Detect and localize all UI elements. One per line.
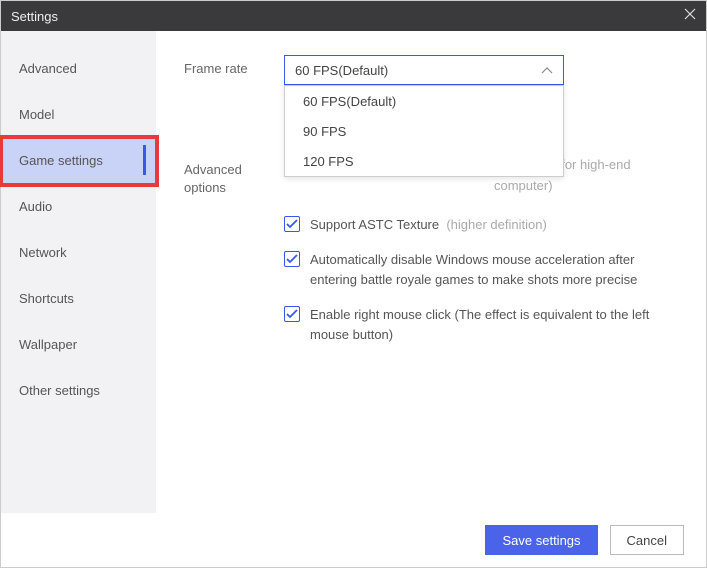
sidebar-item-audio[interactable]: Audio [1, 183, 156, 229]
sidebar-item-label: Network [19, 245, 67, 260]
astc-row: Support ASTC Texture (higher definition) [284, 215, 678, 235]
sidebar-item-label: Advanced [19, 61, 77, 76]
mouse-accel-label: Automatically disable Windows mouse acce… [310, 250, 678, 289]
cancel-button[interactable]: Cancel [610, 525, 684, 555]
sidebar-item-wallpaper[interactable]: Wallpaper [1, 321, 156, 367]
close-icon[interactable] [684, 7, 696, 25]
mouse-accel-checkbox[interactable] [284, 251, 300, 267]
sidebar-item-label: Wallpaper [19, 337, 77, 352]
right-click-row: Enable right mouse click (The effect is … [284, 305, 678, 344]
sidebar-item-label: Game settings [19, 153, 103, 168]
sidebar-item-label: Other settings [19, 383, 100, 398]
frame-rate-option-60[interactable]: 60 FPS(Default) [285, 86, 563, 116]
right-click-label: Enable right mouse click (The effect is … [310, 305, 678, 344]
save-button[interactable]: Save settings [485, 525, 597, 555]
frame-rate-option-120[interactable]: 120 FPS [285, 146, 563, 176]
sidebar-item-game-settings[interactable]: Game settings [1, 137, 156, 183]
frame-rate-dropdown: 60 FPS(Default) 90 FPS 120 FPS [284, 85, 564, 177]
frame-rate-option-90[interactable]: 90 FPS [285, 116, 563, 146]
sidebar-item-network[interactable]: Network [1, 229, 156, 275]
content-panel: Frame rate 60 FPS(Default) 60 FPS(Defaul… [156, 31, 706, 513]
sidebar-item-model[interactable]: Model [1, 91, 156, 137]
chevron-up-icon [541, 63, 553, 78]
frame-rate-label: Frame rate [184, 55, 284, 76]
astc-label: Support ASTC Texture (higher definition) [310, 215, 678, 235]
frame-rate-select[interactable]: 60 FPS(Default) 60 FPS(Default) 90 FPS 1… [284, 55, 564, 85]
frame-rate-select-display[interactable]: 60 FPS(Default) [284, 55, 564, 85]
frame-rate-row: Frame rate 60 FPS(Default) 60 FPS(Defaul… [184, 55, 678, 85]
sidebar-item-label: Model [19, 107, 54, 122]
titlebar: Settings [1, 1, 706, 31]
sidebar-item-label: Shortcuts [19, 291, 74, 306]
sidebar-item-shortcuts[interactable]: Shortcuts [1, 275, 156, 321]
astc-checkbox[interactable] [284, 216, 300, 232]
window-body: Advanced Model Game settings Audio Netwo… [1, 31, 706, 513]
settings-window: Settings Advanced Model Game settings Au… [0, 0, 707, 568]
sidebar: Advanced Model Game settings Audio Netwo… [1, 31, 156, 513]
sidebar-item-other-settings[interactable]: Other settings [1, 367, 156, 413]
advanced-options-row: Advanced options g (suitable for high-en… [184, 155, 678, 360]
sidebar-item-advanced[interactable]: Advanced [1, 45, 156, 91]
mouse-accel-row: Automatically disable Windows mouse acce… [284, 250, 678, 289]
footer: Save settings Cancel [1, 513, 706, 567]
advanced-options-label: Advanced options [184, 155, 284, 197]
sidebar-item-label: Audio [19, 199, 52, 214]
right-click-checkbox[interactable] [284, 306, 300, 322]
frame-rate-value: 60 FPS(Default) [295, 63, 388, 78]
window-title: Settings [11, 9, 684, 24]
